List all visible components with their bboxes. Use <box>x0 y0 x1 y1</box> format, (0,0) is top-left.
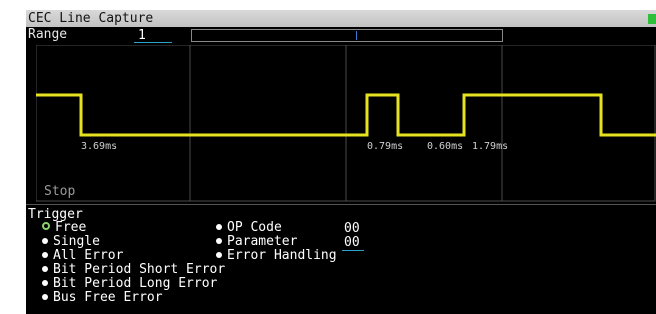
trigger-option-bus-free-error[interactable]: Bus Free Error <box>42 291 163 305</box>
trigger-field-label: Error Handling <box>227 248 337 263</box>
trigger-option-label: Bus Free Error <box>53 290 163 305</box>
trigger-field-op-code[interactable]: OP Code <box>216 221 282 235</box>
op-code-value[interactable]: 00 <box>344 221 360 236</box>
trigger-option-all-error[interactable]: All Error <box>42 249 123 263</box>
radio-selected-icon <box>42 222 50 230</box>
radio-icon <box>216 224 222 230</box>
section-divider <box>26 204 656 205</box>
trigger-option-label: Bit Period Long Error <box>53 276 218 291</box>
window-title: CEC Line Capture <box>28 11 154 26</box>
radio-icon <box>42 280 48 286</box>
trigger-option-bit-period-short-error[interactable]: Bit Period Short Error <box>42 263 225 277</box>
trigger-option-single[interactable]: Single <box>42 235 100 249</box>
trigger-field-parameter[interactable]: Parameter <box>216 235 297 249</box>
scroll-position-marker[interactable] <box>356 31 357 40</box>
trigger-option-label: Single <box>53 234 100 249</box>
trigger-option-free[interactable]: Free <box>42 221 86 235</box>
range-value-underline <box>134 42 172 43</box>
timeline-scrollbar[interactable] <box>191 29 503 42</box>
trigger-option-label: All Error <box>53 248 124 263</box>
radio-icon <box>42 252 48 258</box>
radio-icon <box>42 294 48 300</box>
radio-icon <box>42 238 48 244</box>
parameter-value-underline <box>342 250 364 251</box>
capture-status: Stop <box>44 184 76 199</box>
radio-icon <box>42 266 48 272</box>
range-value[interactable]: 1 <box>138 28 146 43</box>
trigger-field-error-handling[interactable]: Error Handling <box>216 249 337 263</box>
timing-label: 0.60ms <box>427 141 464 152</box>
timing-label: 3.69ms <box>81 141 118 152</box>
trigger-option-label: Bit Period Short Error <box>53 262 226 277</box>
waveform-plot: 3.69ms 0.79ms 0.60ms 1.79ms <box>36 45 656 202</box>
trigger-field-label: OP Code <box>227 220 282 235</box>
status-led-icon <box>648 14 656 24</box>
trigger-option-label: Free <box>55 220 87 235</box>
waveform-svg <box>36 45 656 202</box>
trigger-option-bit-period-long-error[interactable]: Bit Period Long Error <box>42 277 217 291</box>
parameter-value[interactable]: 00 <box>344 235 360 250</box>
range-label: Range <box>28 27 68 42</box>
radio-icon <box>216 252 222 258</box>
title-bar: CEC Line Capture <box>26 10 656 27</box>
timing-label: 0.79ms <box>367 141 404 152</box>
timing-label: 1.79ms <box>472 141 509 152</box>
cec-line-capture-screen: CEC Line Capture Range 1 3.69ms 0.79ms 0… <box>26 10 656 314</box>
trigger-field-label: Parameter <box>227 234 298 249</box>
radio-icon <box>216 238 222 244</box>
